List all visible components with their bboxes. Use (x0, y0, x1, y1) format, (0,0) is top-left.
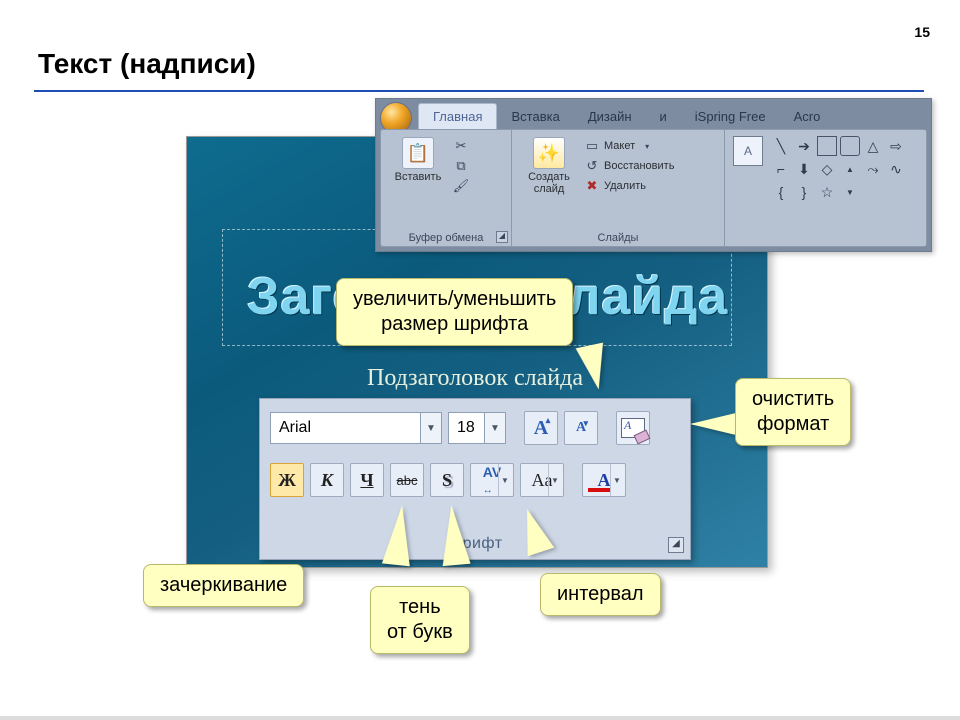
shrink-font-icon: A▾ (576, 420, 586, 436)
reset-button[interactable]: ↺ Восстановить (584, 158, 674, 174)
grow-font-button[interactable]: A▴ (524, 411, 558, 445)
font-size-value: 18 (449, 419, 484, 437)
paste-icon: 📋 (402, 137, 434, 169)
clipboard-group-label: Буфер обмена (381, 232, 511, 244)
page-title: Текст (надписи) (38, 48, 256, 80)
shape-star-icon[interactable]: ☆ (817, 182, 837, 202)
shape-triangle-icon[interactable]: △ (863, 136, 883, 156)
shape-lshape-icon[interactable]: ⌐ (771, 159, 791, 179)
shape-rect-icon[interactable] (817, 136, 837, 156)
shape-arrow-down-icon[interactable]: ⬇ (794, 159, 814, 179)
tab-acrobat[interactable]: Acro (780, 104, 835, 129)
shape-connector-icon[interactable]: ⤳ (863, 159, 883, 179)
tab-extra-i[interactable]: и (646, 104, 681, 129)
bold-button[interactable]: Ж (270, 463, 304, 497)
font-group-panel: Arial ▼ 18 ▼ A▴ A▾ Ж К (259, 398, 691, 560)
text-box-icon[interactable]: A (733, 136, 763, 166)
bold-icon: Ж (278, 470, 296, 491)
shape-brace-right-icon[interactable]: } (794, 182, 814, 202)
slide-subtitle-text: Подзаголовок слайда (367, 365, 583, 392)
chevron-down-icon[interactable]: ▼ (420, 413, 441, 443)
copy-icon[interactable]: ⧉ (453, 158, 469, 174)
page-number: 15 (914, 24, 930, 40)
shape-diamond-icon[interactable]: ◇ (817, 159, 837, 179)
clipboard-dialog-launcher[interactable]: ◢ (496, 231, 508, 243)
layout-icon: ▭ (584, 138, 600, 154)
text-shadow-icon: S (442, 470, 452, 491)
reset-icon: ↺ (584, 158, 600, 174)
grow-font-icon: A▴ (534, 417, 548, 440)
shape-arrow-right-icon[interactable]: ⇨ (886, 136, 906, 156)
italic-button[interactable]: К (310, 463, 344, 497)
paste-button[interactable]: 📋 Вставить (387, 134, 449, 230)
shape-roundrect-icon[interactable] (840, 136, 860, 156)
change-case-button[interactable]: Aa ▼ (520, 463, 564, 497)
italic-icon: К (321, 470, 333, 491)
chevron-down-icon[interactable]: ▼ (610, 464, 623, 496)
ribbon-group-shapes: A ╲ ➔ △ ⇨ ⌐ ⬇ ◇ ▲ ⤳ ∿ { } ☆ ▼ (725, 130, 926, 246)
ribbon-groups: 📋 Вставить ✂ ⧉ 🖌 Буфер обмена ◢ ✨ Создат… (380, 129, 927, 247)
font-size-combo[interactable]: 18 ▼ (448, 412, 506, 444)
paste-label: Вставить (395, 171, 442, 183)
clear-formatting-button[interactable] (616, 411, 650, 445)
shape-arrow-icon[interactable]: ➔ (794, 136, 814, 156)
text-shadow-button[interactable]: S (430, 463, 464, 497)
gallery-more-icon[interactable]: ▼ (840, 182, 860, 202)
font-name-combo[interactable]: Arial ▼ (270, 412, 442, 444)
chevron-down-icon: ▾ (639, 138, 655, 154)
delete-label: Удалить (604, 180, 646, 192)
shape-brace-left-icon[interactable]: { (771, 182, 791, 202)
bottom-rule (0, 716, 960, 720)
strikethrough-icon: abc (397, 473, 418, 488)
ribbon-tabs: Главная Вставка Дизайн и iSpring Free Ac… (418, 101, 931, 129)
format-painter-icon[interactable]: 🖌 (453, 178, 469, 194)
shrink-font-button[interactable]: A▾ (564, 411, 598, 445)
ribbon-group-slides: ✨ Создать слайд ▭ Макет ▾ ↺ Восстановить… (512, 130, 725, 246)
character-spacing-button[interactable]: AV↔ ▼ (470, 463, 514, 497)
strikethrough-button[interactable]: abc (390, 463, 424, 497)
clear-formatting-icon (621, 418, 645, 438)
new-slide-button[interactable]: ✨ Создать слайд (518, 134, 580, 230)
callout-pointer (690, 412, 740, 436)
tab-design[interactable]: Дизайн (574, 104, 646, 129)
chevron-down-icon[interactable]: ▼ (484, 413, 505, 443)
callout-clear-format: очистить формат (735, 378, 851, 446)
callout-text-shadow: тень от букв (370, 586, 470, 654)
callout-grow-shrink-font: увеличить/уменьшить размер шрифта (336, 278, 573, 346)
font-name-value: Arial (271, 419, 420, 437)
shape-line-icon[interactable]: ╲ (771, 136, 791, 156)
reset-label: Восстановить (604, 160, 674, 172)
chevron-down-icon[interactable]: ▼ (548, 464, 561, 496)
callout-pointer (437, 504, 470, 566)
callout-char-spacing: интервал (540, 573, 661, 616)
layout-button[interactable]: ▭ Макет ▾ (584, 138, 674, 154)
gallery-scroll-up-icon[interactable]: ▲ (840, 159, 860, 179)
new-slide-icon: ✨ (533, 137, 565, 169)
font-color-swatch (588, 488, 610, 492)
font-group-label: Шрифт (260, 535, 690, 553)
callout-strikethrough: зачеркивание (143, 564, 304, 607)
cut-icon[interactable]: ✂ (453, 138, 469, 154)
font-color-button[interactable]: A ▼ (582, 463, 626, 497)
title-rule (34, 90, 924, 92)
shapes-gallery[interactable]: ╲ ➔ △ ⇨ ⌐ ⬇ ◇ ▲ ⤳ ∿ { } ☆ ▼ (769, 134, 908, 230)
tab-ispring[interactable]: iSpring Free (681, 104, 780, 129)
ribbon-group-clipboard: 📋 Вставить ✂ ⧉ 🖌 Буфер обмена ◢ (381, 130, 512, 246)
tab-insert[interactable]: Вставка (497, 104, 573, 129)
slides-group-label: Слайды (512, 232, 724, 244)
layout-label: Макет (604, 140, 635, 152)
office-ribbon: Главная Вставка Дизайн и iSpring Free Ac… (375, 98, 932, 252)
shape-curve-icon[interactable]: ∿ (886, 159, 906, 179)
underline-icon: Ч (360, 470, 373, 491)
delete-slide-button[interactable]: ✖ Удалить (584, 178, 674, 194)
new-slide-label: Создать слайд (528, 171, 570, 195)
tab-home[interactable]: Главная (418, 103, 497, 129)
underline-button[interactable]: Ч (350, 463, 384, 497)
font-dialog-launcher[interactable]: ◢ (668, 537, 684, 553)
delete-icon: ✖ (584, 178, 600, 194)
chevron-down-icon[interactable]: ▼ (498, 464, 511, 496)
